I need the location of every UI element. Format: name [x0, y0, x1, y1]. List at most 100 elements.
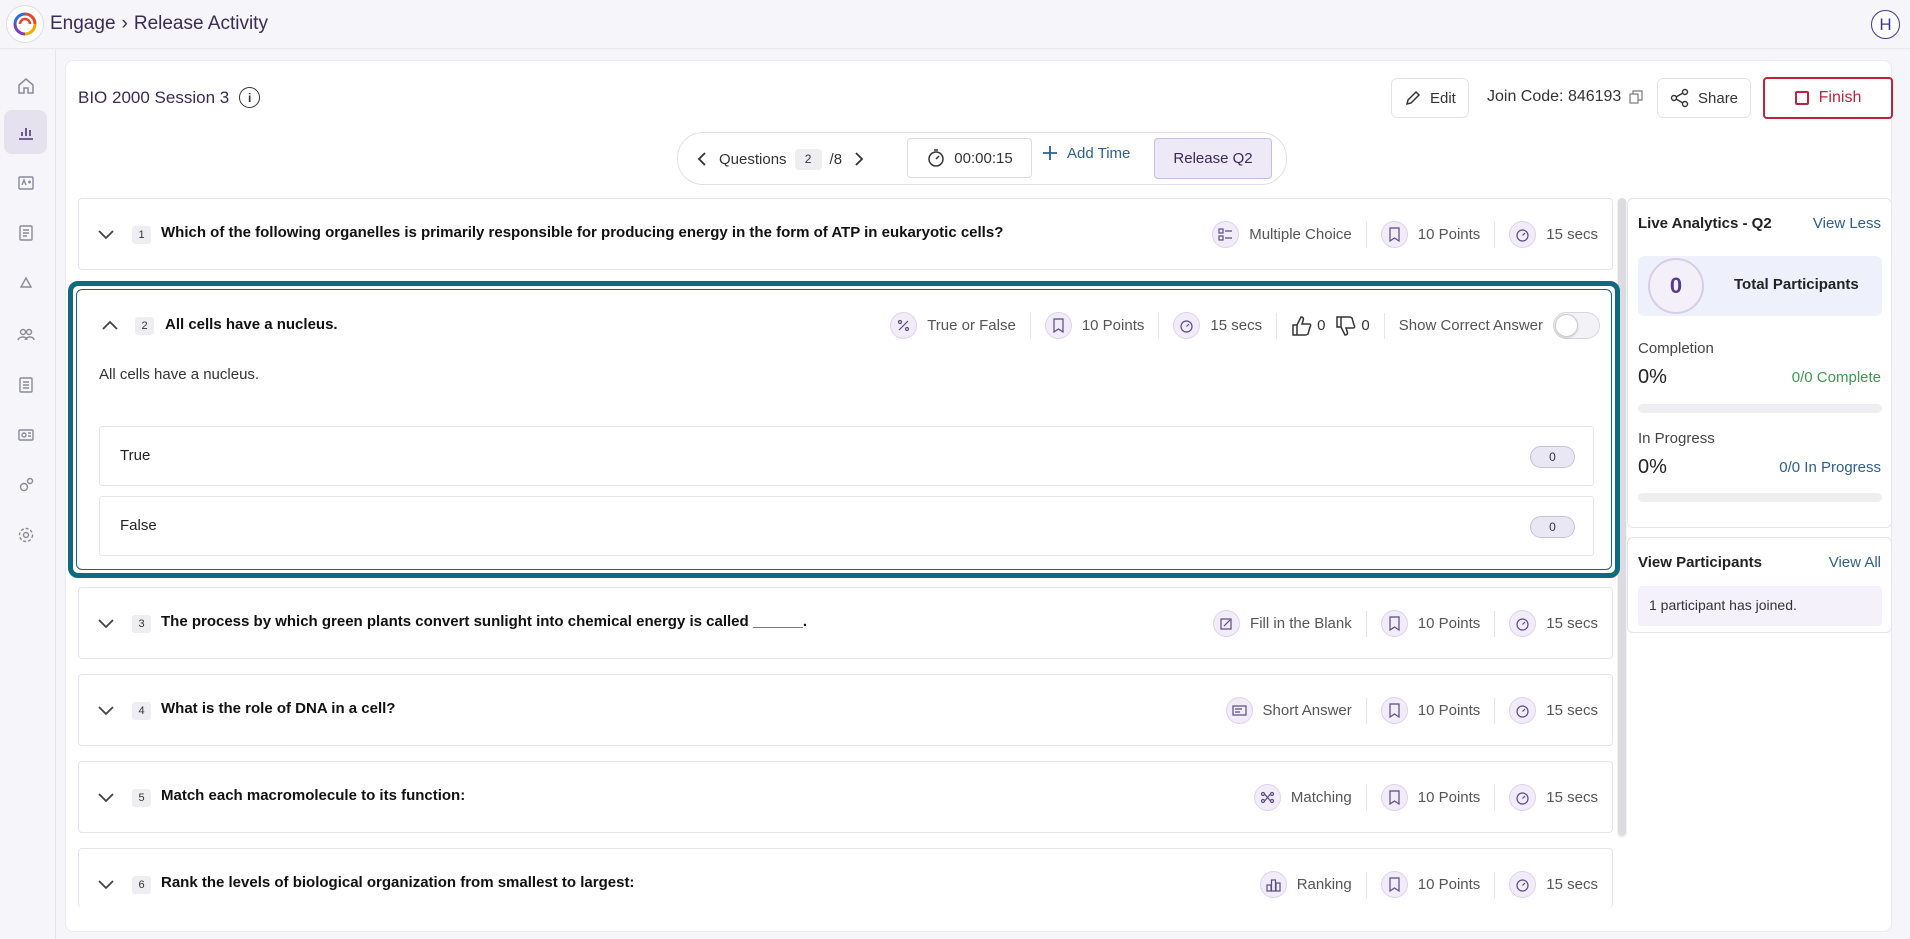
copy-icon[interactable]	[1629, 90, 1643, 104]
question-number: 2	[135, 317, 154, 335]
completion-detail: 0/0 Complete	[1791, 369, 1881, 386]
questions-label: Questions	[719, 150, 787, 168]
recycle-icon[interactable]	[4, 262, 47, 306]
divider	[1365, 610, 1367, 637]
pencil-icon	[1405, 90, 1421, 106]
question-points: 10 Points	[1417, 226, 1481, 243]
chevron-right-icon[interactable]	[850, 151, 866, 167]
completion-label: Completion	[1638, 340, 1714, 357]
question-card[interactable]: 4 What is the role of DNA in a cell? Sho…	[78, 674, 1613, 746]
join-code-text: Join Code: 846193	[1487, 88, 1622, 105]
stopwatch-icon	[1509, 610, 1537, 637]
settings-icon[interactable]	[4, 513, 47, 557]
share-label: Share	[1698, 89, 1739, 107]
question-type: Multiple Choice	[1249, 226, 1352, 243]
question-total: /8	[829, 150, 843, 168]
participants-title: View Participants	[1638, 554, 1762, 571]
breadcrumb-page: Release Activity	[133, 13, 268, 34]
option-count: 0	[1530, 446, 1575, 468]
chevron-down-icon[interactable]	[95, 873, 117, 895]
question-meta: Multiple Choice 10 Points 15 secs	[1212, 221, 1598, 248]
dislike-button[interactable]: 0	[1335, 315, 1370, 337]
finish-label: Finish	[1818, 89, 1862, 106]
view-all-link[interactable]: View All	[1829, 554, 1881, 571]
question-body: All cells have a nucleus.	[99, 366, 260, 383]
divider	[1494, 871, 1496, 898]
stop-icon	[1794, 91, 1809, 105]
sidebar	[0, 49, 56, 939]
add-time-button[interactable]: Add Time	[1041, 144, 1130, 162]
users-icon[interactable]	[4, 312, 47, 356]
list-icon[interactable]	[4, 363, 47, 407]
chevron-up-icon[interactable]	[99, 314, 121, 336]
user-avatar[interactable]: H	[1871, 10, 1900, 39]
question-time: 15 secs	[1546, 702, 1598, 719]
edit-button[interactable]: Edit	[1391, 78, 1469, 118]
info-icon[interactable]: i	[239, 87, 261, 108]
participants-count: 0	[1648, 258, 1704, 314]
gallery-icon[interactable]	[4, 413, 47, 457]
stopwatch-icon	[1509, 221, 1537, 248]
finish-button[interactable]: Finish	[1763, 77, 1893, 119]
stopwatch-icon	[1509, 697, 1537, 724]
question-card[interactable]: 3 The process by which green plants conv…	[78, 587, 1613, 659]
question-points: 10 Points	[1081, 317, 1145, 334]
document-icon[interactable]	[4, 211, 47, 255]
question-card-expanded[interactable]: 2 All cells have a nucleus. True or Fals…	[68, 281, 1620, 578]
points-icon	[1380, 871, 1408, 898]
question-card[interactable]: 5 Match each macromolecule to its functi…	[78, 761, 1613, 833]
breadcrumb-app[interactable]: Engage	[50, 13, 116, 35]
analytics-icon[interactable]	[4, 110, 47, 154]
like-count: 0	[1317, 317, 1326, 334]
question-time: 15 secs	[1546, 226, 1598, 243]
timer-display: 00:00:15	[907, 138, 1032, 178]
chevron-down-icon[interactable]	[95, 612, 117, 634]
in-progress-label: In Progress	[1638, 430, 1715, 447]
view-less-link[interactable]: View Less	[1813, 215, 1881, 232]
question-number: 1	[132, 226, 151, 244]
timer-value: 00:00:15	[954, 149, 1013, 167]
edit-label: Edit	[1430, 89, 1456, 107]
question-type: True or False	[927, 317, 1016, 334]
divider	[1158, 312, 1160, 339]
like-button[interactable]: 0	[1291, 315, 1325, 337]
question-type: Fill in the Blank	[1250, 615, 1352, 632]
question-card[interactable]: 1 Which of the following organelles is p…	[78, 198, 1613, 270]
stopwatch-icon	[1509, 784, 1537, 811]
question-number: 3	[132, 615, 151, 633]
chevron-down-icon[interactable]	[95, 223, 117, 245]
answer-option: False 0	[99, 496, 1594, 556]
in-progress-detail: 0/0 In Progress	[1779, 459, 1881, 476]
dislike-count: 0	[1361, 317, 1370, 334]
stopwatch-icon	[1509, 871, 1537, 898]
add-time-label: Add Time	[1067, 144, 1131, 162]
analytics-title: Live Analytics - Q2	[1638, 215, 1772, 232]
question-points: 10 Points	[1417, 789, 1481, 806]
share-button[interactable]: Share	[1657, 78, 1752, 118]
chevron-down-icon[interactable]	[95, 699, 117, 721]
divider	[1365, 784, 1367, 811]
app-logo[interactable]	[6, 5, 44, 43]
option-count: 0	[1530, 516, 1575, 538]
chevron-down-icon[interactable]	[95, 786, 117, 808]
integrations-icon[interactable]	[4, 463, 47, 507]
divider	[1494, 697, 1496, 724]
home-icon[interactable]	[4, 64, 47, 108]
ranking-icon	[1259, 871, 1287, 898]
question-number: 4	[132, 702, 151, 720]
answer-option: True 0	[99, 426, 1594, 486]
question-points: 10 Points	[1417, 702, 1481, 719]
thumbs-up-icon	[1292, 315, 1312, 336]
show-correct-answer-toggle[interactable]	[1553, 312, 1600, 339]
question-card[interactable]: 6 Rank the levels of biological organiza…	[78, 848, 1613, 908]
current-question-number[interactable]: 2	[794, 148, 822, 170]
live-analytics-panel: Live Analytics - Q2 View Less 0 Total Pa…	[1627, 198, 1892, 528]
participants-message: 1 participant has joined.	[1638, 586, 1882, 626]
divider	[1365, 221, 1367, 248]
divider	[1383, 312, 1385, 339]
release-button[interactable]: Release Q2	[1154, 138, 1272, 179]
grades-icon[interactable]	[4, 161, 47, 205]
chevron-left-icon[interactable]	[695, 151, 711, 167]
stopwatch-icon	[928, 149, 945, 167]
points-icon	[1044, 312, 1072, 339]
